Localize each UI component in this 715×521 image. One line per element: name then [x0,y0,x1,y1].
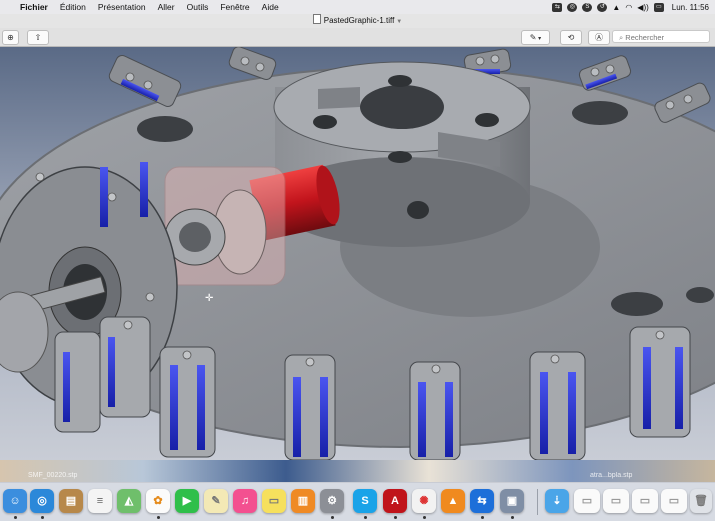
itunes-icon[interactable]: ♫ [233,489,257,513]
vlc-icon[interactable]: ▲ [441,489,465,513]
window-thumbnail-icon[interactable]: ▭ [574,489,600,513]
desktop-file-label[interactable]: SMF_00220.stp [28,472,77,479]
document-icon [312,14,321,24]
dock-separator [537,489,538,515]
running-indicator [14,516,17,519]
annotate-button[interactable]: Ⓐ [588,30,610,45]
window-title-bar: PastedGraphic-1.tiff ▼ [0,14,715,29]
search-icon: ⌕ [619,33,624,42]
menu-fichier[interactable]: Fichier [20,2,48,12]
contacts-icon[interactable]: ▤ [59,489,83,513]
acrobat-icon[interactable]: A [383,489,407,513]
share-icon: ⇧ [34,33,42,42]
pen-icon: ✎ [529,33,537,42]
status-area: ⇆ ◎ S ↺ ▲ ◠ ◀)) ▭ Lun. 11:56 [552,0,709,14]
window-thumbnail-icon[interactable]: ▭ [603,489,629,513]
battery-icon[interactable]: ▭ [653,2,664,12]
menu-bar: Fichier Édition Présentation Aller Outil… [0,0,715,14]
toolbar: ⊕ ⇧ ✎ ▾ ⟲ Ⓐ ⌕ [0,28,715,47]
teamviewer-status-icon[interactable]: ⇆ [552,2,563,12]
menu-outils[interactable]: Outils [187,2,209,12]
airplay-icon[interactable]: ▲ [612,3,620,12]
safari-icon[interactable]: ◎ [30,489,54,513]
running-indicator [511,516,514,519]
clock[interactable]: Lun. 11:56 [672,3,709,12]
chevron-down-icon: ▾ [536,36,542,42]
cursor-crosshair-icon: ✛ [205,293,213,304]
markup-button[interactable]: ✎ ▾ [521,30,550,45]
search-input[interactable] [625,33,706,42]
sync-status-icon[interactable]: ◎ [567,2,578,12]
rotate-icon: ⟲ [567,33,575,42]
window-thumbnail-icon[interactable]: ▭ [632,489,658,513]
share-button[interactable]: ⇧ [27,30,49,45]
trash-icon[interactable]: 🗑 [690,489,712,513]
running-indicator [481,516,484,519]
rotate-button[interactable]: ⟲ [560,30,582,45]
chevron-down-icon[interactable]: ▼ [396,19,402,25]
skype-status-icon[interactable]: S [582,2,593,12]
zoom-button[interactable]: ⊕ [2,30,19,45]
downloads-icon[interactable]: ⇣ [545,489,569,513]
maps-icon[interactable]: ◭ [117,489,141,513]
desktop-file-label[interactable]: atra...bpla.stp [590,472,632,479]
menu-edition[interactable]: Édition [60,2,86,12]
volume-icon[interactable]: ◀)) [637,3,648,12]
running-indicator [394,516,397,519]
window-thumbnail-icon[interactable]: ▭ [661,489,687,513]
books-icon[interactable]: ▥ [291,489,315,513]
menu-aller[interactable]: Aller [158,2,175,12]
preview-icon[interactable]: ▣ [500,489,524,513]
menu-presentation[interactable]: Présentation [98,2,146,12]
photos-icon[interactable]: ✿ [146,489,170,513]
window-title[interactable]: PastedGraphic-1.tiff [324,16,395,25]
running-indicator [41,516,44,519]
running-indicator [423,516,426,519]
running-indicator [364,516,367,519]
stickies-icon[interactable]: ▭ [262,489,286,513]
running-indicator [331,516,334,519]
system-preferences-icon[interactable]: ⚙ [320,489,344,513]
time-machine-icon[interactable]: ↺ [597,2,608,12]
reminders-icon[interactable]: ≡ [88,489,112,513]
search-field[interactable]: ⌕ [612,30,710,43]
wifi-icon[interactable]: ◠ [625,3,632,12]
cad-render-image: ✛ [0,47,715,460]
teamviewer-icon[interactable]: ⇆ [470,489,494,513]
running-indicator [157,516,160,519]
dock: ☺ ◎ ▤ ≡ ◭ ✿ ▶ ✎ ♫ ▭ ▥ ⚙ S A ✺ ▲ ⇆ ▣ ⇣ ▭ … [0,482,715,521]
skype-icon[interactable]: S [353,489,377,513]
menu-fenetre[interactable]: Fenêtre [220,2,249,12]
annotate-icon: Ⓐ [595,33,603,42]
magnifier-icon: ⊕ [7,33,14,42]
finder-icon[interactable]: ☺ [3,489,27,513]
facetime-icon[interactable]: ▶ [175,489,199,513]
desktop-background: SMF_00220.stp atra...bpla.stp [0,460,715,482]
menu-aide[interactable]: Aide [262,2,279,12]
pinwheel-icon[interactable]: ✺ [412,489,436,513]
notes-icon[interactable]: ✎ [204,489,228,513]
